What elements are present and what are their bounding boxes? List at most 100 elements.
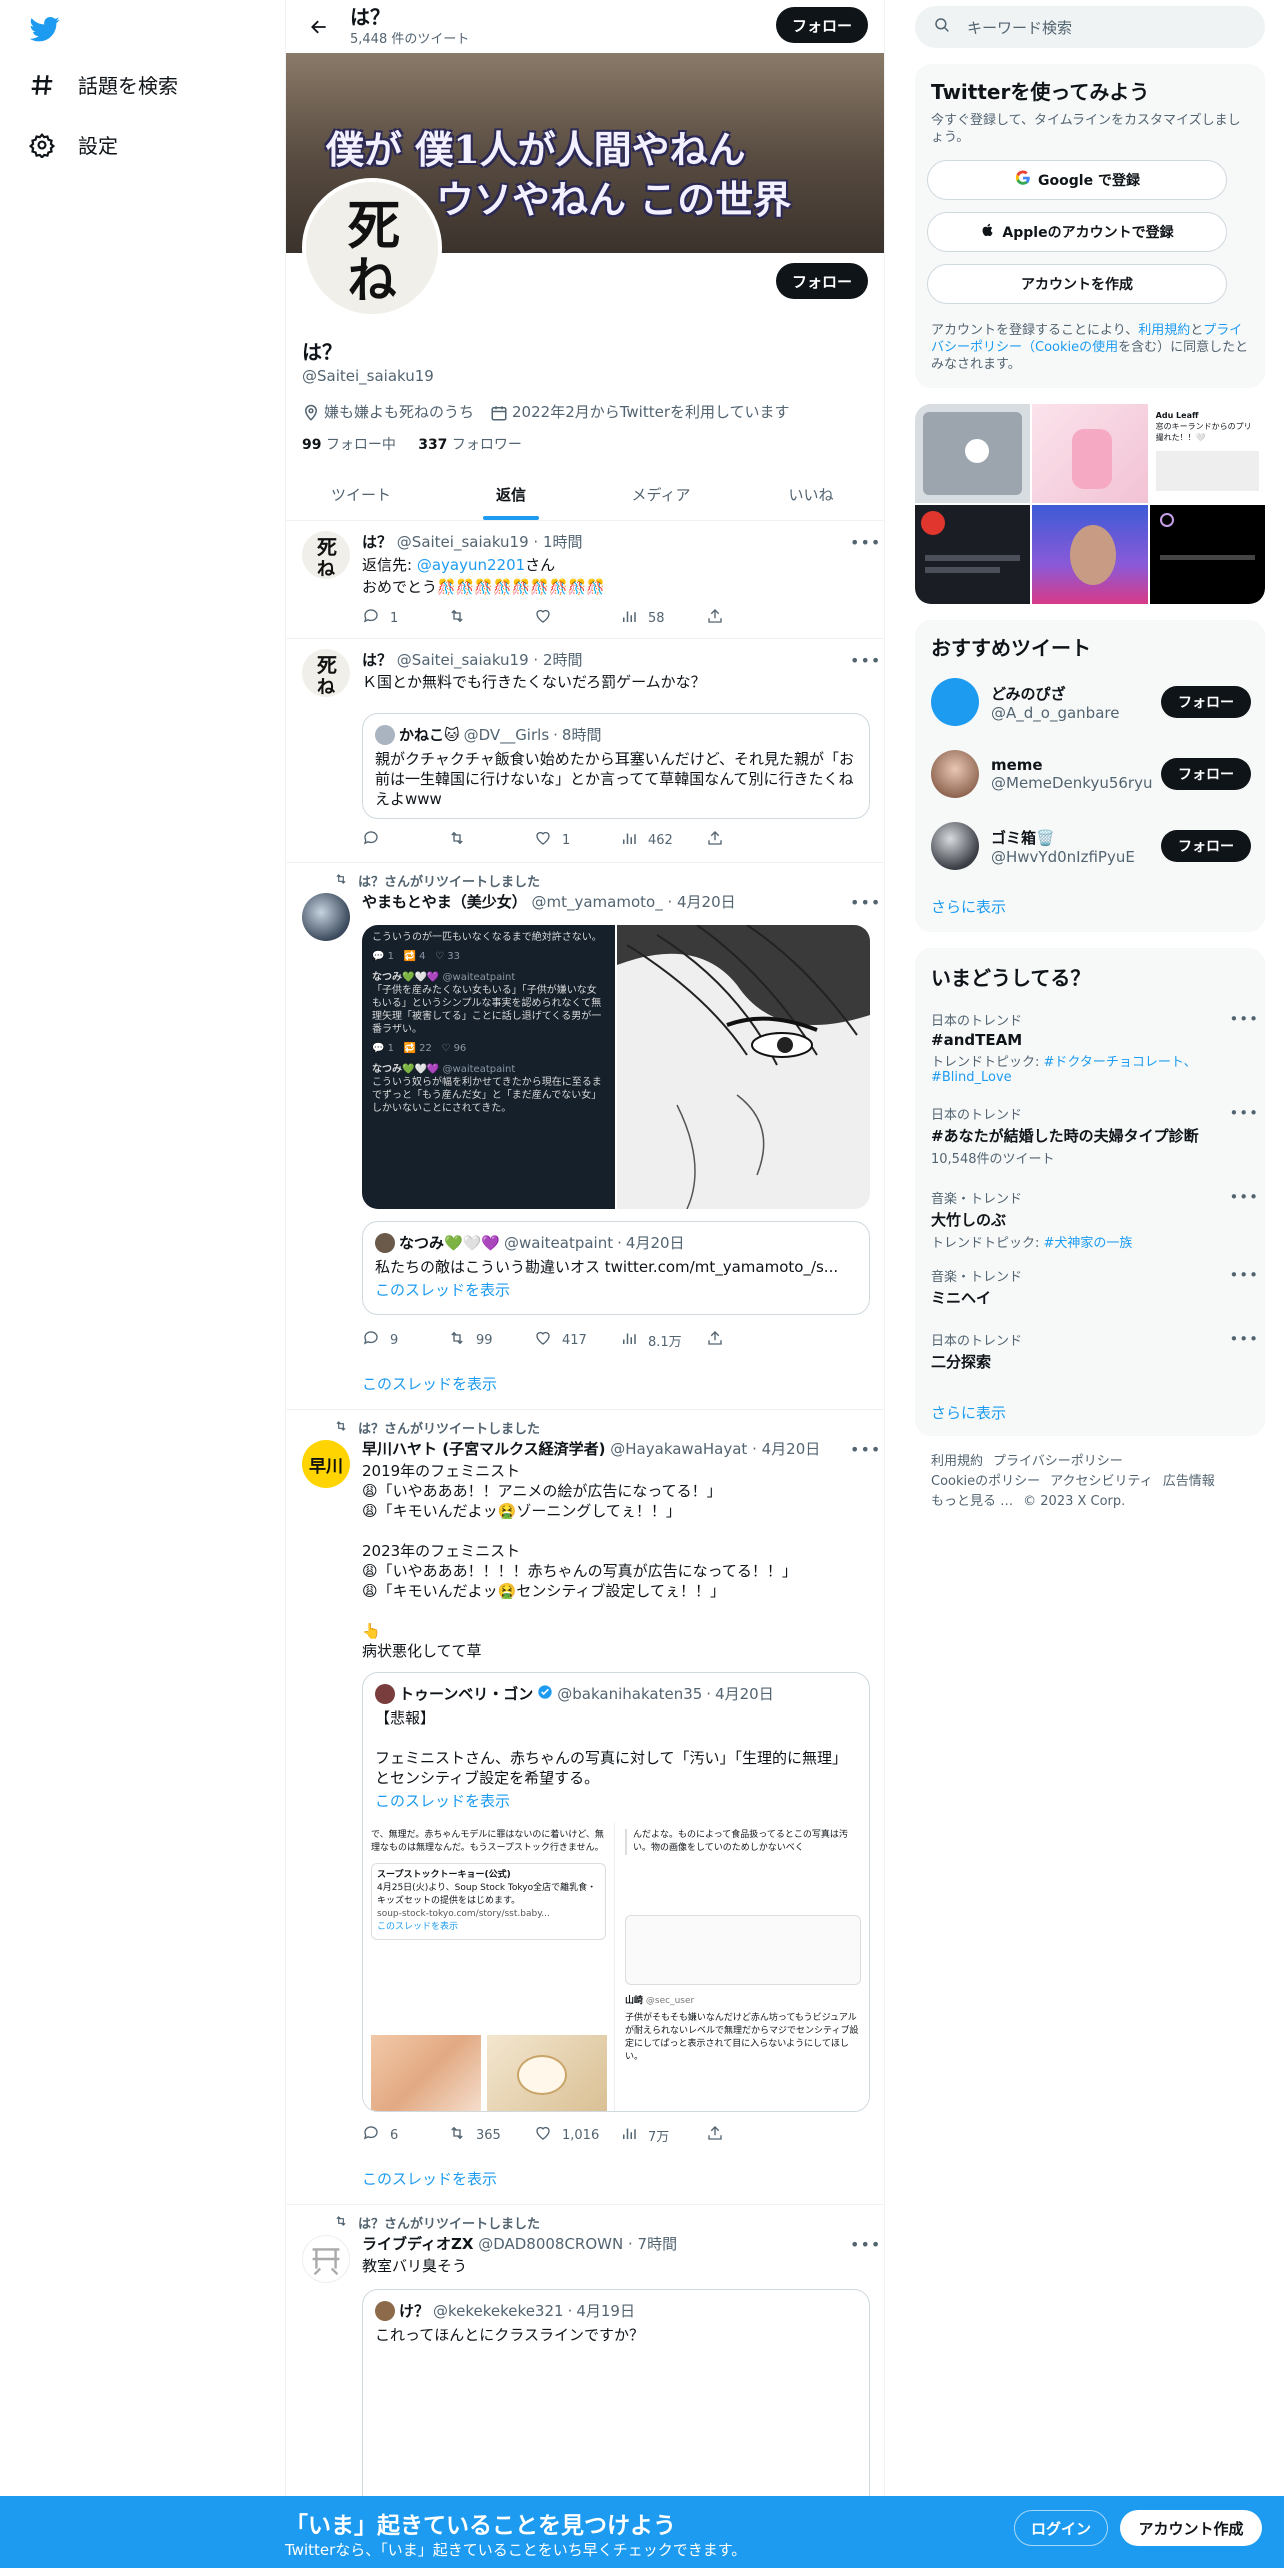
media-thumb[interactable] <box>915 505 1031 604</box>
twitter-logo-icon[interactable] <box>28 14 62 44</box>
tweet-author-name[interactable]: ライブディオZX <box>362 2235 473 2253</box>
share-button[interactable] <box>706 607 792 629</box>
follow-button[interactable]: フォロー <box>1161 686 1251 718</box>
follow-button[interactable]: フォロー <box>1161 830 1251 862</box>
tweet-item[interactable]: 死ね は？ @Saitei_saiaku19 · 1時間 返信先: @ayayu… <box>286 521 884 639</box>
retweet-button[interactable]: 99 <box>448 1329 534 1351</box>
quote-tweet[interactable]: なつみ💚🤍💜 @waiteatpaint · 4月20日 私たちの敵はこういう勘… <box>362 1221 870 1315</box>
retweet-button[interactable]: 365 <box>448 2124 534 2146</box>
nav-settings[interactable]: 設定 <box>28 130 118 159</box>
like-button[interactable]: 1 <box>534 829 620 851</box>
search-input[interactable]: キーワード検索 <box>915 6 1265 48</box>
tweet-author-handle[interactable]: @Saitei_saiaku19 <box>397 651 529 669</box>
show-more-link[interactable]: さらに表示 <box>931 1402 1006 1423</box>
views-button[interactable]: 8.1万 <box>620 1329 706 1351</box>
retweet-button[interactable] <box>448 829 534 851</box>
tweet-author-handle[interactable]: @DAD8008CROWN <box>478 2235 623 2253</box>
tweet-time[interactable]: 7時間 <box>638 2235 678 2253</box>
signup-button[interactable]: アカウント作成 <box>1120 2510 1262 2546</box>
media-manga-panel[interactable] <box>617 925 870 1209</box>
tweet-avatar[interactable]: 死ね <box>302 531 350 579</box>
tweet-author-name[interactable]: は？ <box>362 651 392 669</box>
quote-tweet[interactable]: かねこ🐱 @DV__Girls · 8時間 親がクチャクチャ飯食い始めたから耳塞… <box>362 713 870 819</box>
trend-item[interactable]: 日本のトレンド #andTEAM トレンドトピック: #ドクターチョコレート、#… <box>931 1010 1258 1085</box>
media-screenshot[interactable]: こういうのが一匹もいなくなるまで絶対許さない。 💬 1 🔁 4 ♡ 33 なつみ… <box>362 925 615 1209</box>
back-arrow-icon[interactable] <box>302 10 336 44</box>
media-thumb[interactable] <box>915 404 1031 503</box>
media-thumb[interactable]: Adu Leaff 窓のキーランドからのプリ撮れた！！🤍 <box>1149 404 1265 503</box>
more-icon[interactable]: ••• <box>850 533 880 553</box>
tweet-item[interactable]: 死ね は？ @Saitei_saiaku19 · 2時間 Ｋ国とか無料でも行きた… <box>286 639 884 863</box>
profile-follow-button[interactable]: フォロー <box>776 263 868 299</box>
trend-item[interactable]: 日本のトレンド #あなたが結婚した時の夫婦タイプ診断 10,548件のツイート … <box>931 1104 1258 1167</box>
show-thread-link[interactable]: このスレッドを表示 <box>362 2168 497 2189</box>
more-icon[interactable]: ••• <box>1229 1330 1259 1348</box>
more-icon[interactable]: ••• <box>1229 1104 1259 1122</box>
footer-link[interactable]: アクセシビリティ <box>1050 1474 1153 1489</box>
like-button[interactable]: 1,016 <box>534 2124 620 2146</box>
tweet-author-name[interactable]: は？ <box>362 533 392 551</box>
share-button[interactable] <box>706 1329 792 1351</box>
tab-tweets[interactable]: ツイート <box>286 468 436 520</box>
tweet-item[interactable]: は？さんがリツイートしました 早川 早川ハヤト (子宮マルクス経済学者) @Ha… <box>286 1410 884 2205</box>
tweet-author-handle[interactable]: @mt_yamamoto_ <box>531 893 662 911</box>
trend-item[interactable]: 日本のトレンド 二分探索 ••• <box>931 1330 1258 1372</box>
more-icon[interactable]: ••• <box>850 2235 880 2255</box>
header-follow-button[interactable]: フォロー <box>776 7 868 43</box>
tweet-time[interactable]: 2時間 <box>543 651 583 669</box>
terms-link[interactable]: 利用規約 <box>1138 323 1190 338</box>
following-link[interactable]: 99 フォロー中 <box>302 437 396 453</box>
tweet-author-handle[interactable]: @HayakawaHayat <box>610 1440 747 1458</box>
create-account-button[interactable]: アカウントを作成 <box>927 264 1227 304</box>
more-icon[interactable]: ••• <box>1229 1266 1259 1284</box>
footer-link[interactable]: もっと見る … <box>931 1494 1013 1509</box>
tab-media[interactable]: メディア <box>586 468 736 520</box>
more-icon[interactable]: ••• <box>850 1440 880 1460</box>
more-icon[interactable]: ••• <box>1229 1010 1259 1028</box>
tweet-time[interactable]: 1時間 <box>543 533 583 551</box>
reply-button[interactable]: 6 <box>362 2124 448 2146</box>
tweet-time[interactable]: 4月20日 <box>677 893 736 911</box>
share-button[interactable] <box>706 829 792 851</box>
views-button[interactable]: 7万 <box>620 2124 706 2146</box>
retweet-button[interactable] <box>448 607 534 629</box>
trend-item[interactable]: 音楽・トレンド 大竹しのぶ トレンドトピック: #犬神家の一族 ••• <box>931 1188 1258 1251</box>
quote-show-thread[interactable]: このスレッドを表示 <box>375 1279 857 1300</box>
reply-to-link[interactable]: @ayayun2201 <box>417 556 525 574</box>
tweet-author-name[interactable]: 早川ハヤト (子宮マルクス経済学者) <box>362 1440 606 1458</box>
more-icon[interactable]: ••• <box>1229 1188 1259 1206</box>
trend-item[interactable]: 音楽・トレンド ミニヘイ ••• <box>931 1266 1258 1308</box>
media-thumb[interactable] <box>1032 404 1148 503</box>
tweet-author-name[interactable]: やまもとやま（美少女） <box>362 893 527 911</box>
reply-button[interactable]: 9 <box>362 1329 448 1351</box>
show-thread-link[interactable]: このスレッドを表示 <box>362 1373 497 1394</box>
tweet-author-handle[interactable]: @Saitei_saiaku19 <box>397 533 529 551</box>
profile-avatar[interactable]: 死 ね <box>302 178 442 318</box>
show-more-link[interactable]: さらに表示 <box>931 896 1006 917</box>
footer-link[interactable]: 広告情報 <box>1163 1474 1215 1489</box>
more-icon[interactable]: ••• <box>850 893 880 913</box>
media-screenshot-left[interactable]: で、無理だ。赤ちゃんモデルに罪はないのに着いけど、無理なものは無理なんだ。もうス… <box>363 1823 615 2111</box>
media-thumb[interactable] <box>1032 505 1148 604</box>
reply-button[interactable]: 1 <box>362 607 448 629</box>
share-button[interactable] <box>706 2124 792 2146</box>
tab-replies[interactable]: 返信 <box>436 468 586 520</box>
more-icon[interactable]: ••• <box>850 651 880 671</box>
tweet-item[interactable]: は？さんがリツイートしました やまもとやま（美少女） @mt_yamamoto_… <box>286 863 884 1410</box>
media-thumb[interactable] <box>1149 505 1265 604</box>
views-button[interactable]: 58 <box>620 607 706 629</box>
google-signup-button[interactable]: Google で登録 <box>927 160 1227 200</box>
followers-link[interactable]: 337 フォロワー <box>418 437 522 453</box>
trend-topic-link[interactable]: #犬神家の一族 <box>1044 1236 1133 1251</box>
quote-show-thread[interactable]: このスレッドを表示 <box>375 1790 857 1811</box>
tweet-avatar[interactable] <box>302 893 350 941</box>
footer-link[interactable]: プライバシーポリシー <box>993 1454 1123 1469</box>
like-button[interactable]: 417 <box>534 1329 620 1351</box>
reply-button[interactable] <box>362 829 448 851</box>
tweet-avatar[interactable]: 早川 <box>302 1440 350 1488</box>
nav-explore[interactable]: 話題を検索 <box>28 70 178 99</box>
quote-media[interactable]: で、無理だ。赤ちゃんモデルに罪はないのに着いけど、無理なものは無理なんだ。もうス… <box>363 1823 869 2111</box>
tweet-media[interactable]: こういうのが一匹もいなくなるまで絶対許さない。 💬 1 🔁 4 ♡ 33 なつみ… <box>362 925 870 1209</box>
suggestion-item[interactable]: ゴミ箱🗑️ @HwvYd0nIzfiPyuE フォロー <box>931 816 1251 876</box>
suggestion-item[interactable]: meme @MemeDenkyu56ryu フォロー <box>931 744 1251 804</box>
